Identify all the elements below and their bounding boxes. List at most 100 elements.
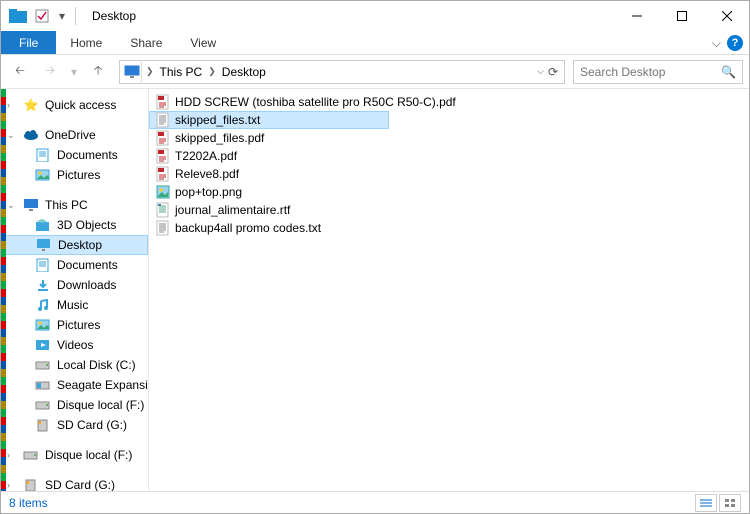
sidebar-item-seagate-expansi[interactable]: Seagate Expansi: [1, 375, 148, 395]
sidebar-item[interactable]: › Disque local (F:): [1, 445, 148, 465]
properties-icon[interactable]: [31, 5, 53, 27]
sidebar-item-downloads[interactable]: Downloads: [1, 275, 148, 295]
drive-icon: [23, 447, 39, 463]
up-button[interactable]: 🡡: [85, 59, 111, 85]
file-name: backup4all promo codes.txt: [175, 221, 321, 235]
window-controls: [614, 1, 749, 31]
sidebar-quick-access[interactable]: › ⭐ Quick access: [1, 95, 148, 115]
item-icon: [35, 337, 51, 353]
sidebar-this-pc[interactable]: ⌄ This PC: [1, 195, 148, 215]
sidebar-item-label: Downloads: [57, 278, 116, 292]
taskbar-edge: [1, 89, 6, 491]
quick-access-toolbar: ▾: [7, 5, 80, 27]
tab-share[interactable]: Share: [116, 31, 176, 54]
chevron-right-icon[interactable]: ›: [7, 450, 17, 460]
folder-icon: [35, 167, 51, 183]
sidebar-item-pictures[interactable]: Pictures: [1, 315, 148, 335]
search-box[interactable]: 🔍: [573, 60, 743, 84]
view-switcher: [695, 494, 741, 512]
minimize-button[interactable]: [614, 1, 659, 31]
chevron-down-icon[interactable]: ⌄: [7, 200, 17, 211]
sidebar-item-label: Quick access: [45, 98, 116, 112]
sidebar-item[interactable]: Pictures: [1, 165, 148, 185]
address-dropdown-icon[interactable]: ⌵: [537, 66, 544, 77]
chevron-right-icon[interactable]: ❯: [206, 66, 218, 77]
titlebar: ▾ Desktop: [1, 1, 749, 31]
sidebar-item-music[interactable]: Music: [1, 295, 148, 315]
chevron-down-icon[interactable]: ⌄: [7, 130, 17, 141]
tab-view[interactable]: View: [176, 31, 230, 54]
back-button[interactable]: 🡠: [7, 59, 33, 85]
chevron-right-icon[interactable]: ❯: [144, 66, 156, 77]
monitor-icon: [23, 197, 39, 213]
breadcrumb-current[interactable]: Desktop: [218, 65, 270, 79]
content-body: › ⭐ Quick access ⌄ OneDrive Documents Pi…: [1, 89, 749, 491]
file-list[interactable]: HDD SCREW (toshiba satellite pro R50C R5…: [149, 89, 749, 491]
sidebar-item-local-disk-c-[interactable]: Local Disk (C:): [1, 355, 148, 375]
recent-dropdown[interactable]: ▾: [67, 59, 81, 85]
sidebar-item-disque-local-f-[interactable]: Disque local (F:): [1, 395, 148, 415]
file-row[interactable]: pop+top.png: [149, 183, 749, 201]
sidebar-item-label: Disque local (F:): [45, 448, 132, 462]
sidebar-item-label: SD Card (G:): [45, 478, 115, 491]
tab-home[interactable]: Home: [56, 31, 116, 54]
nav-sidebar[interactable]: › ⭐ Quick access ⌄ OneDrive Documents Pi…: [1, 89, 149, 491]
qat-dropdown-icon[interactable]: ▾: [55, 5, 69, 27]
sidebar-item[interactable]: Documents: [1, 145, 148, 165]
ribbon-expand-icon[interactable]: ⌵: [712, 36, 721, 51]
breadcrumb-root[interactable]: This PC: [156, 65, 207, 79]
star-icon: ⭐: [23, 97, 39, 113]
sidebar-item-label: Local Disk (C:): [57, 358, 136, 372]
file-row[interactable]: HDD SCREW (toshiba satellite pro R50C R5…: [149, 93, 749, 111]
file-name: Releve8.pdf: [175, 167, 239, 181]
file-row[interactable]: T2202A.pdf: [149, 147, 749, 165]
ribbon-right: ⌵ ?: [712, 31, 743, 55]
search-icon[interactable]: 🔍: [721, 65, 736, 79]
chevron-right-icon[interactable]: ›: [7, 100, 17, 110]
sidebar-item-label: OneDrive: [45, 128, 96, 142]
rtf-file-icon: [155, 202, 171, 218]
monitor-icon: [122, 62, 142, 82]
help-icon[interactable]: ?: [727, 35, 743, 51]
sidebar-item-documents[interactable]: Documents: [1, 255, 148, 275]
forward-button[interactable]: 🡢: [37, 59, 63, 85]
pdf-file-icon: [155, 166, 171, 182]
sidebar-item[interactable]: › SD Card (G:): [1, 475, 148, 491]
item-icon: [35, 417, 51, 433]
pdf-file-icon: [155, 94, 171, 110]
sidebar-item-videos[interactable]: Videos: [1, 335, 148, 355]
file-row[interactable]: skipped_files.txt: [149, 111, 389, 129]
item-icon: [36, 237, 52, 253]
file-row[interactable]: backup4all promo codes.txt: [149, 219, 749, 237]
maximize-button[interactable]: [659, 1, 704, 31]
file-row[interactable]: skipped_files.pdf: [149, 129, 749, 147]
address-bar[interactable]: ❯ This PC ❯ Desktop ⌵ ⟳: [119, 60, 565, 84]
sidebar-item-sd-card-g-[interactable]: SD Card (G:): [1, 415, 148, 435]
file-name: T2202A.pdf: [175, 149, 237, 163]
sidebar-item-label: Videos: [57, 338, 93, 352]
close-button[interactable]: [704, 1, 749, 31]
cloud-icon: [23, 127, 39, 143]
sidebar-item-3d-objects[interactable]: 3D Objects: [1, 215, 148, 235]
status-bar: 8 items: [1, 491, 749, 513]
file-name: HDD SCREW (toshiba satellite pro R50C R5…: [175, 95, 456, 109]
sidebar-item-label: Pictures: [57, 168, 100, 182]
refresh-icon[interactable]: ⟳: [548, 65, 558, 79]
search-input[interactable]: [580, 65, 717, 79]
file-row[interactable]: Releve8.pdf: [149, 165, 749, 183]
item-icon: [35, 357, 51, 373]
separator: [75, 7, 76, 25]
address-controls: ⌵ ⟳: [533, 65, 562, 79]
tab-file[interactable]: File: [1, 31, 56, 54]
item-icon: [35, 217, 51, 233]
txt-file-icon: [155, 112, 171, 128]
navbar: 🡠 🡢 ▾ 🡡 ❯ This PC ❯ Desktop ⌵ ⟳ 🔍: [1, 55, 749, 89]
chevron-right-icon[interactable]: ›: [7, 480, 17, 490]
window-title: Desktop: [92, 9, 136, 23]
thumbnails-view-button[interactable]: [719, 494, 741, 512]
item-icon: [35, 377, 51, 393]
sidebar-item-desktop[interactable]: Desktop: [1, 235, 148, 255]
file-row[interactable]: journal_alimentaire.rtf: [149, 201, 749, 219]
sidebar-onedrive[interactable]: ⌄ OneDrive: [1, 125, 148, 145]
details-view-button[interactable]: [695, 494, 717, 512]
